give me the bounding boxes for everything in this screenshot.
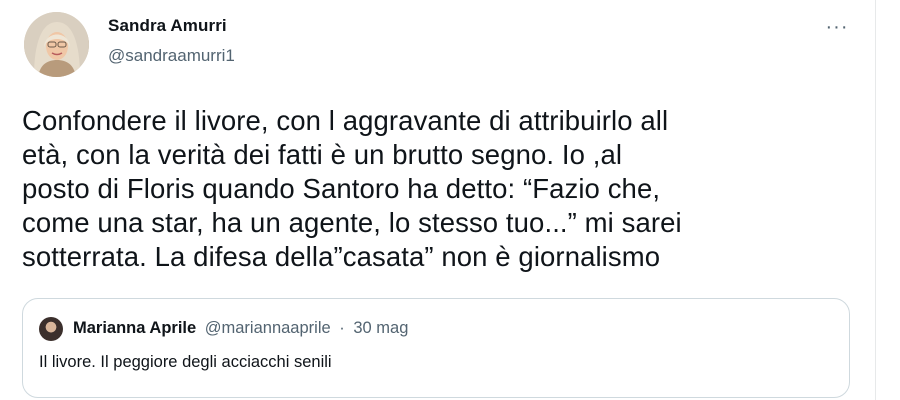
author-name[interactable]: Sandra Amurri [108, 16, 227, 36]
quoted-author-handle: @mariannaaprile [204, 319, 331, 337]
quoted-tweet-header: Marianna Aprile @mariannaaprile · 30 mag [73, 319, 408, 338]
quoted-date: 30 mag [353, 319, 409, 337]
tweet-card: Sandra Amurri @sandraamurri1 ··· Confond… [0, 0, 876, 400]
more-horizontal-icon[interactable]: ··· [822, 12, 852, 42]
author-handle[interactable]: @sandraamurri1 [108, 46, 235, 66]
quoted-tweet-text: Il livore. Il peggiore degli acciacchi s… [39, 353, 332, 371]
author-avatar[interactable] [24, 12, 89, 77]
avatar-image [24, 12, 89, 77]
quoted-tweet[interactable]: Marianna Aprile @mariannaaprile · 30 mag… [22, 298, 850, 398]
separator-dot: · [339, 319, 345, 337]
quoted-author-avatar [39, 317, 63, 341]
quoted-author-name: Marianna Aprile [73, 319, 197, 337]
tweet-text: Confondere il livore, con l aggravante d… [22, 105, 682, 272]
